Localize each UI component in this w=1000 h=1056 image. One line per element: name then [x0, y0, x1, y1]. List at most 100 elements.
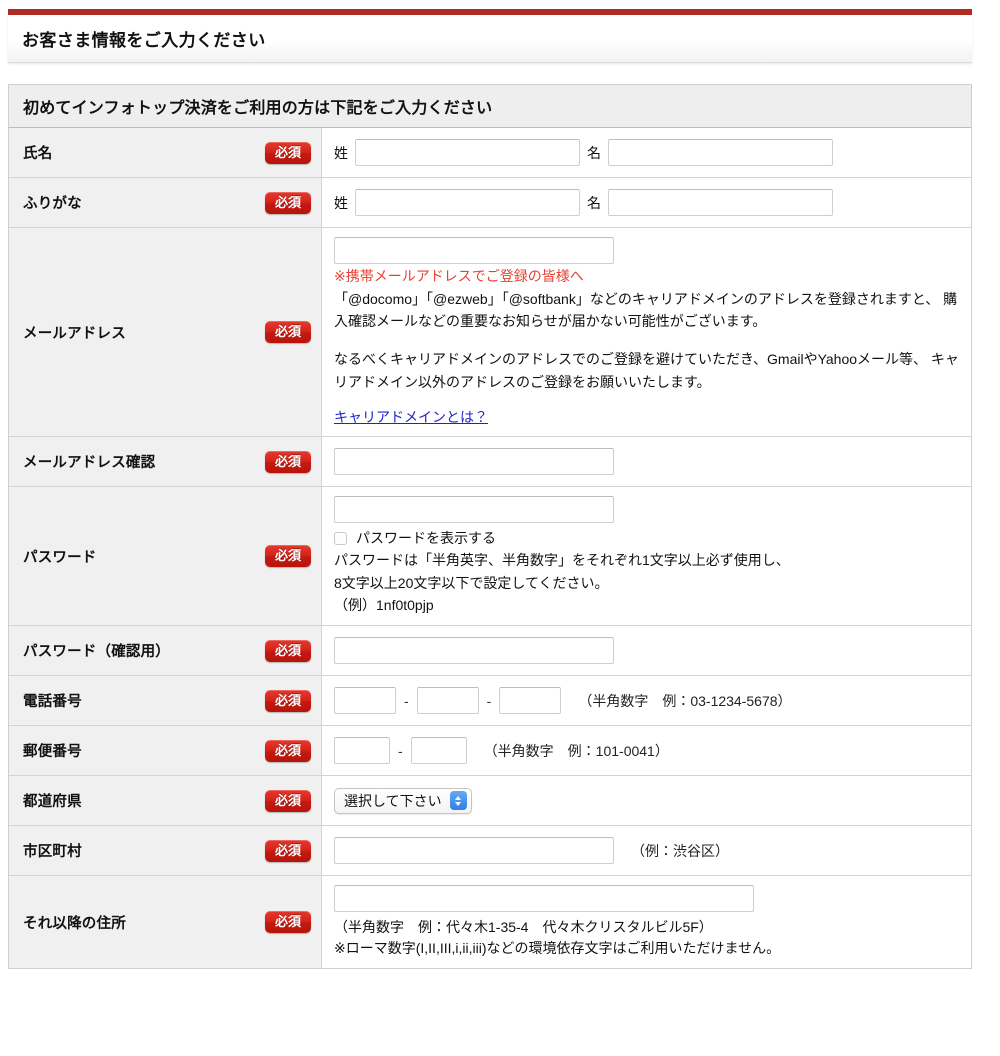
- name-sei-label: 姓: [334, 144, 348, 161]
- postal-code-part2-input[interactable]: [410, 737, 467, 765]
- email-confirm-input[interactable]: [334, 448, 614, 476]
- street-address-input[interactable]: [334, 885, 754, 913]
- field-cell-telephone: - - （半角数字 例：03-1234-5678）: [322, 676, 971, 726]
- field-label-name: 氏名: [23, 146, 53, 162]
- furigana-mei-input[interactable]: [608, 189, 833, 216]
- row-email-confirm: メールアドレス確認 必須: [9, 437, 971, 488]
- label-cell-furigana: ふりがな 必須: [9, 178, 322, 227]
- customer-info-table: 氏名 必須 姓 名 ふりがな 必須 姓 名 メールアドレス 必須 ※携帯メールア…: [8, 128, 972, 970]
- street-address-notes: （半角数字 例：代々木1-35-4 代々木クリスタルビル5F） ※ローマ数字(I…: [334, 917, 961, 959]
- telephone-separator-1: -: [404, 692, 409, 709]
- required-badge: 必須: [264, 191, 311, 214]
- label-cell-postal-code: 郵便番号 必須: [9, 726, 322, 776]
- field-cell-email: ※携帯メールアドレスでご登録の皆様へ 「@docomo」「@ezweb」「@so…: [322, 228, 971, 437]
- field-label-street-address: それ以降の住所: [23, 915, 126, 932]
- furigana-sei-label: 姓: [334, 194, 348, 211]
- required-badge: 必須: [264, 639, 311, 662]
- city-hint: （例：渋谷区）: [631, 842, 729, 859]
- field-cell-prefecture: 選択して下さい: [322, 776, 971, 826]
- page-title-bar: お客さま情報をご入力ください: [8, 15, 972, 63]
- label-cell-email: メールアドレス 必須: [9, 228, 322, 437]
- prefecture-select[interactable]: 選択して下さい: [334, 787, 472, 814]
- password-rule-line-1: パスワードは「半角英字、半角数字」をそれぞれ1文字以上必ず使用し、: [334, 552, 790, 569]
- row-telephone: 電話番号 必須 - - （半角数字 例：03-1234-5678）: [9, 676, 971, 727]
- field-cell-password-confirm: [322, 626, 971, 676]
- email-note-spacer: [334, 333, 961, 348]
- row-city: 市区町村 必須 （例：渋谷区）: [9, 826, 971, 877]
- chevron-up-icon: [455, 795, 462, 800]
- row-furigana: ふりがな 必須 姓 名: [9, 178, 971, 228]
- telephone-separator-2: -: [486, 692, 492, 709]
- row-street-address: それ以降の住所 必須 （半角数字 例：代々木1-35-4 代々木クリスタルビル5…: [9, 876, 971, 969]
- field-label-prefecture: 都道府県: [23, 794, 82, 811]
- carrier-domain-help-link[interactable]: キャリアドメインとは？: [334, 407, 488, 427]
- required-badge: 必須: [264, 321, 311, 344]
- password-example-line: （例）1nf0t0pjp: [334, 596, 434, 613]
- field-cell-city: （例：渋谷区）: [322, 826, 971, 876]
- section-header-label: 初めてインフォトップ決済をご利用の方は下記をご入力ください: [23, 100, 493, 117]
- show-password-label: パスワードを表示する: [356, 530, 496, 547]
- city-input[interactable]: [334, 837, 614, 865]
- field-label-telephone: 電話番号: [23, 694, 82, 711]
- telephone-part3-input[interactable]: [499, 687, 562, 715]
- field-cell-street-address: （半角数字 例：代々木1-35-4 代々木クリスタルビル5F） ※ローマ数字(I…: [322, 876, 971, 969]
- required-badge: 必須: [264, 789, 311, 812]
- chevron-updown-icon[interactable]: [449, 791, 467, 811]
- email-note-block: ※携帯メールアドレスでご登録の皆様へ 「@docomo」「@ezweb」「@so…: [334, 266, 961, 427]
- show-password-toggle[interactable]: パスワードを表示する: [334, 528, 961, 548]
- field-cell-name: 姓 名: [322, 128, 971, 177]
- postal-code-separator: -: [398, 742, 403, 759]
- label-cell-street-address: それ以降の住所 必須: [9, 876, 322, 969]
- required-badge: 必須: [264, 545, 311, 568]
- email-warning-title: ※携帯メールアドレスでご登録の皆様へ: [334, 268, 584, 284]
- street-address-hint-2: ※ローマ数字(I,II,III,i,ii,iii)などの環境依存文字はご利用いた…: [334, 940, 781, 957]
- label-cell-password: パスワード 必須: [9, 487, 322, 626]
- email-input[interactable]: [334, 237, 614, 264]
- email-note-paragraph-1: 「@docomo」「@ezweb」「@softbank」などのキャリアドメインの…: [334, 290, 958, 330]
- label-cell-prefecture: 都道府県 必須: [9, 776, 322, 826]
- row-password: パスワード 必須 パスワードを表示する パスワードは「半角英字、半角数字」をそれ…: [9, 487, 971, 627]
- field-cell-postal-code: - （半角数字 例：101-0041）: [322, 726, 971, 776]
- row-postal-code: 郵便番号 必須 - （半角数字 例：101-0041）: [9, 726, 971, 777]
- show-password-checkbox[interactable]: [334, 531, 347, 545]
- furigana-sei-input[interactable]: [355, 189, 580, 216]
- field-label-city: 市区町村: [23, 844, 82, 861]
- email-note-paragraph-2: なるべくキャリアドメインのアドレスでのご登録を避けていただき、GmailやYah…: [334, 351, 959, 390]
- password-rule-line-2: 8文字以上20文字以下で設定してください。: [334, 574, 609, 591]
- customer-info-form-page: お客さま情報をご入力ください 初めてインフォトップ決済をご利用の方は下記をご入力…: [0, 9, 1000, 970]
- page-title: お客さま情報をご入力ください: [22, 31, 266, 50]
- field-label-furigana: ふりがな: [23, 196, 82, 212]
- field-cell-email-confirm: [322, 437, 971, 487]
- required-badge: 必須: [264, 839, 311, 862]
- row-name: 氏名 必須 姓 名: [9, 128, 971, 178]
- label-cell-telephone: 電話番号 必須: [9, 676, 322, 726]
- field-label-postal-code: 郵便番号: [23, 744, 82, 761]
- label-cell-name: 氏名 必須: [9, 128, 322, 177]
- name-sei-input[interactable]: [355, 139, 580, 166]
- field-label-email: メールアドレス: [23, 325, 126, 342]
- field-cell-furigana: 姓 名: [322, 178, 971, 227]
- street-address-hint-1: （半角数字 例：代々木1-35-4 代々木クリスタルビル5F）: [334, 919, 713, 936]
- prefecture-selected-value: 選択して下さい: [344, 792, 442, 809]
- label-cell-email-confirm: メールアドレス確認 必須: [9, 437, 322, 487]
- telephone-part2-input[interactable]: [416, 687, 479, 715]
- required-badge: 必須: [264, 450, 311, 473]
- required-badge: 必須: [264, 739, 311, 762]
- field-label-password-confirm: パスワード（確認用）: [23, 644, 170, 661]
- password-confirm-input[interactable]: [334, 637, 614, 665]
- field-label-email-confirm: メールアドレス確認: [23, 455, 156, 472]
- chevron-down-icon: [455, 801, 462, 806]
- postal-code-part1-input[interactable]: [334, 737, 390, 765]
- required-badge: 必須: [264, 689, 311, 712]
- required-badge: 必須: [264, 911, 311, 934]
- label-cell-city: 市区町村 必須: [9, 826, 322, 876]
- password-input[interactable]: [334, 496, 614, 524]
- field-cell-password: パスワードを表示する パスワードは「半角英字、半角数字」をそれぞれ1文字以上必ず…: [322, 487, 971, 626]
- row-email: メールアドレス 必須 ※携帯メールアドレスでご登録の皆様へ 「@docomo」「…: [9, 228, 971, 438]
- furigana-mei-label: 名: [587, 194, 601, 211]
- telephone-hint: （半角数字 例：03-1234-5678）: [578, 692, 792, 709]
- name-mei-input[interactable]: [608, 139, 833, 166]
- telephone-part1-input[interactable]: [334, 687, 396, 715]
- row-password-confirm: パスワード（確認用） 必須: [9, 626, 971, 677]
- label-cell-password-confirm: パスワード（確認用） 必須: [9, 626, 322, 676]
